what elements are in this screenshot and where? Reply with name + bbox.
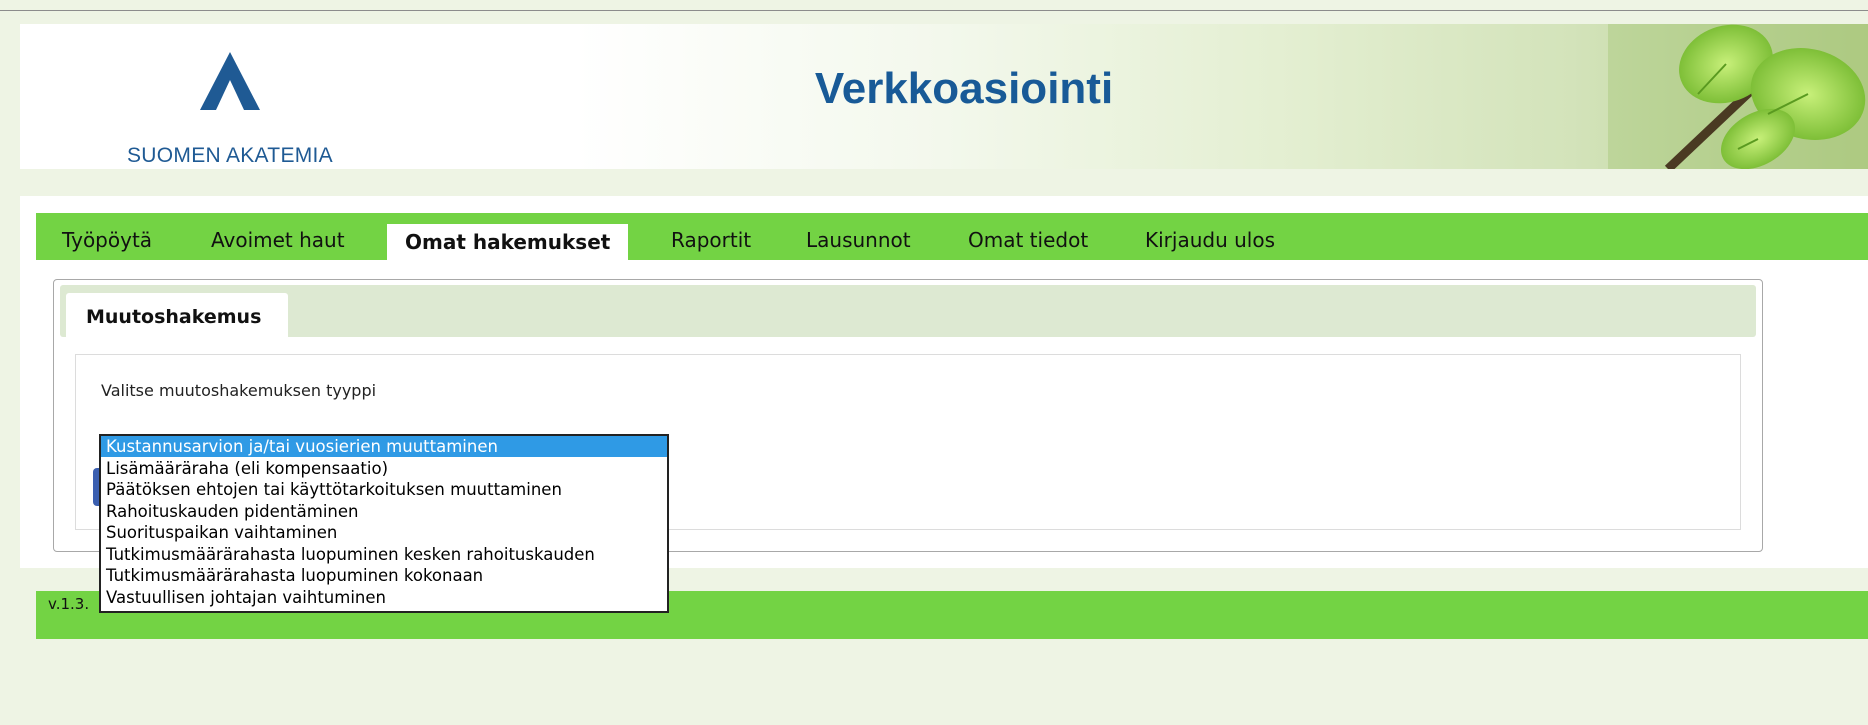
tab-muutoshakemus[interactable]: Muutoshakemus: [66, 293, 288, 337]
tab-strip: Muutoshakemus: [60, 285, 1756, 337]
nav-item-lausunnot[interactable]: Lausunnot: [806, 213, 911, 260]
nav-item-raportit[interactable]: Raportit: [671, 213, 751, 260]
site-title: Verkkoasiointi: [814, 64, 1114, 113]
dropdown-option[interactable]: Suorituspaikan vaihtaminen: [101, 522, 667, 543]
dropdown-option[interactable]: Lisämääräraha (eli kompensaatio): [101, 458, 667, 479]
type-select-label: Valitse muutoshakemuksen tyyppi: [101, 381, 377, 400]
type-dropdown-list[interactable]: Kustannusarvion ja/tai vuosierien muutta…: [99, 434, 669, 613]
dropdown-option[interactable]: Tutkimusmäärärahasta luopuminen kokonaan: [101, 565, 667, 586]
leaves-image: [1608, 24, 1868, 169]
logo-text: SUOMEN AKATEMIA: [127, 144, 333, 167]
version-text: v.1.3.: [48, 595, 90, 613]
nav-item-omat-tiedot[interactable]: Omat tiedot: [968, 213, 1088, 260]
nav-item-tyopoyta[interactable]: Työpöytä: [62, 213, 152, 260]
dropdown-option[interactable]: Vastuullisen johtajan vaihtuminen: [101, 587, 667, 608]
main-nav: Työpöytä Avoimet haut Omat hakemukset Ra…: [36, 213, 1868, 260]
nav-item-avoimet-haut[interactable]: Avoimet haut: [211, 213, 345, 260]
dropdown-option[interactable]: Rahoituskauden pidentäminen: [101, 501, 667, 522]
dropdown-option[interactable]: Päätöksen ehtojen tai käyttötarkoituksen…: [101, 479, 667, 500]
nav-item-omat-hakemukset[interactable]: Omat hakemukset: [387, 224, 629, 260]
dropdown-option[interactable]: Tutkimusmäärärahasta luopuminen kesken r…: [101, 544, 667, 565]
top-rule: [0, 10, 1868, 11]
site-header: SUOMEN AKATEMIA Verkkoasiointi: [20, 24, 1868, 169]
dropdown-option[interactable]: Kustannusarvion ja/tai vuosierien muutta…: [101, 436, 667, 457]
nav-item-kirjaudu-ulos[interactable]: Kirjaudu ulos: [1145, 213, 1275, 260]
